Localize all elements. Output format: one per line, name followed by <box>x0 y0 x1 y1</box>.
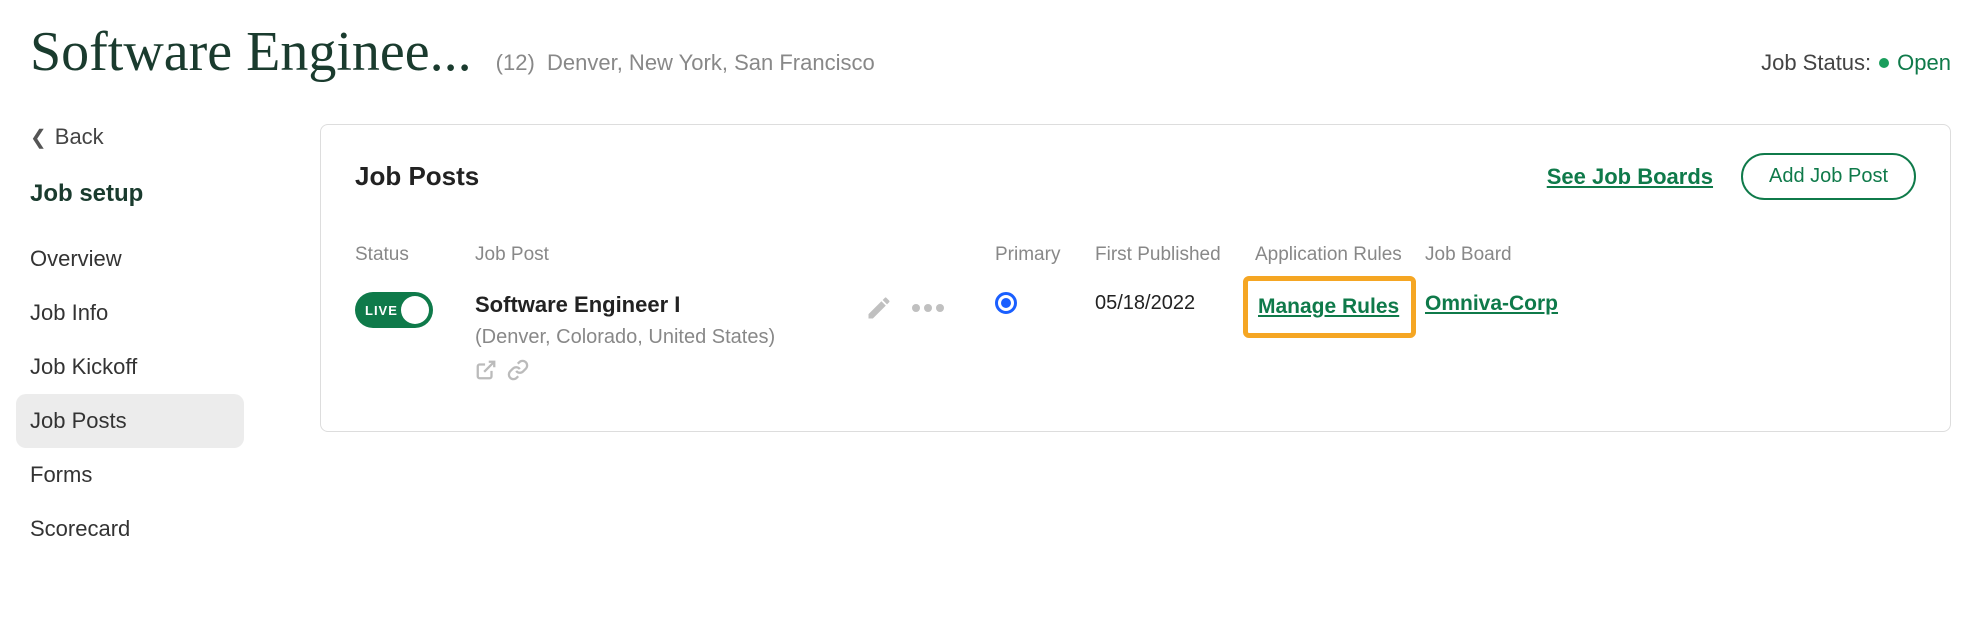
col-primary: Primary <box>995 244 1095 266</box>
pencil-icon[interactable] <box>865 294 893 322</box>
page-subtitle: (12) Denver, New York, San Francisco <box>496 50 875 76</box>
see-job-boards-link[interactable]: See Job Boards <box>1547 164 1713 190</box>
sidebar-item-job-info[interactable]: Job Info <box>16 286 244 340</box>
col-status: Status <box>355 244 475 266</box>
rules-highlight: Manage Rules <box>1243 276 1416 338</box>
table-header: Status Job Post Primary First Published … <box>355 244 1916 266</box>
primary-radio[interactable] <box>995 292 1017 314</box>
table-row: LIVE Software Engineer I (Denver, Colora… <box>355 292 1916 381</box>
status-label: Job Status: <box>1761 50 1871 76</box>
cell-board: Omniva-Corp <box>1425 292 1916 316</box>
sidebar-item-forms[interactable]: Forms <box>16 448 244 502</box>
sidebar: ❮ Back Job setup Overview Job Info Job K… <box>30 124 230 556</box>
col-rules: Application Rules <box>1255 244 1425 266</box>
sidebar-item-job-kickoff[interactable]: Job Kickoff <box>16 340 244 394</box>
page-header: Software Enginee... (12) Denver, New Yor… <box>30 20 1951 84</box>
cell-status: LIVE <box>355 292 475 328</box>
radio-dot-icon <box>1001 298 1011 308</box>
page-title: Software Enginee... <box>30 20 472 84</box>
more-icon[interactable] <box>911 303 945 313</box>
col-board: Job Board <box>1425 244 1916 266</box>
live-label: LIVE <box>365 303 398 318</box>
content-row: ❮ Back Job setup Overview Job Info Job K… <box>30 124 1951 556</box>
live-toggle[interactable]: LIVE <box>355 292 433 328</box>
panel-title: Job Posts <box>355 161 479 192</box>
job-board-link[interactable]: Omniva-Corp <box>1425 292 1558 315</box>
post-icons <box>475 359 995 381</box>
panel-actions: See Job Boards Add Job Post <box>1547 153 1916 200</box>
external-link-icon[interactable] <box>475 359 497 381</box>
post-location: (Denver, Colorado, United States) <box>475 326 995 349</box>
link-icon[interactable] <box>507 359 529 381</box>
panel-header: Job Posts See Job Boards Add Job Post <box>355 153 1916 200</box>
job-count: (12) <box>496 50 535 75</box>
status-dot-icon <box>1879 58 1889 68</box>
sidebar-item-job-posts[interactable]: Job Posts <box>16 394 244 448</box>
job-posts-panel: Job Posts See Job Boards Add Job Post St… <box>320 124 1951 432</box>
chevron-left-icon: ❮ <box>30 125 47 150</box>
header-status: Job Status: Open <box>1761 50 1951 76</box>
sidebar-item-scorecard[interactable]: Scorecard <box>16 502 244 556</box>
toggle-knob-icon <box>401 296 429 324</box>
sidebar-heading: Job setup <box>30 180 230 208</box>
cell-published: 05/18/2022 <box>1095 292 1255 315</box>
cell-rules: Manage Rules <box>1255 292 1425 338</box>
col-published: First Published <box>1095 244 1255 266</box>
back-link[interactable]: ❮ Back <box>30 124 230 150</box>
row-actions <box>865 292 995 322</box>
sidebar-item-overview[interactable]: Overview <box>16 232 244 286</box>
cell-primary <box>995 292 1095 314</box>
col-post: Job Post <box>475 244 995 266</box>
manage-rules-link[interactable]: Manage Rules <box>1258 295 1399 318</box>
status-value: Open <box>1897 50 1951 76</box>
back-label: Back <box>55 124 104 150</box>
add-job-post-button[interactable]: Add Job Post <box>1741 153 1916 200</box>
job-locations: Denver, New York, San Francisco <box>547 50 875 75</box>
cell-post: Software Engineer I (Denver, Colorado, U… <box>475 292 995 381</box>
header-left: Software Enginee... (12) Denver, New Yor… <box>30 20 875 84</box>
